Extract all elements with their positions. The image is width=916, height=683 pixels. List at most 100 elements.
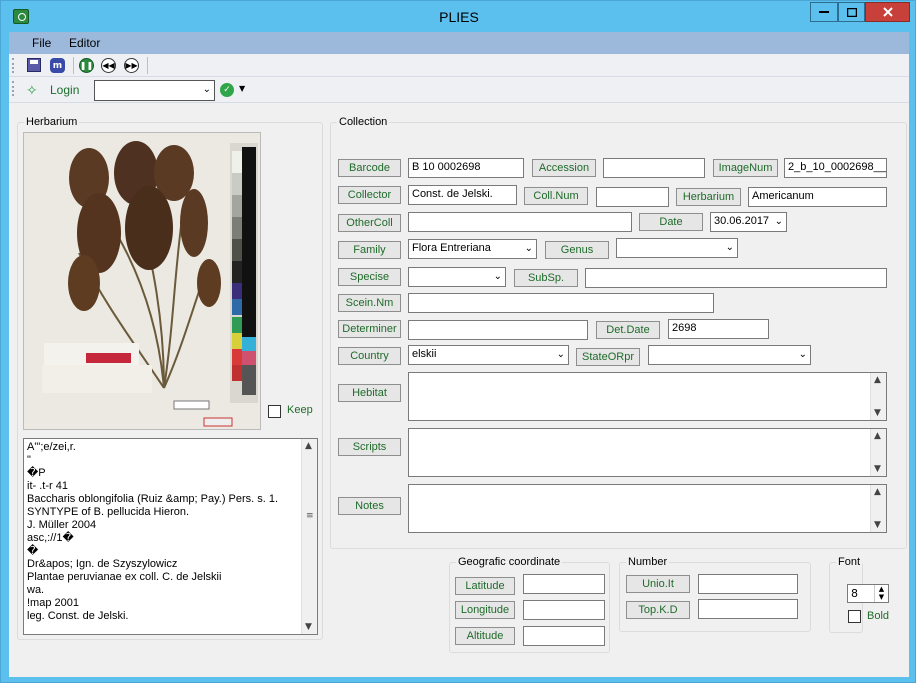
specise-button[interactable]: Specise: [338, 268, 401, 286]
altitude-button[interactable]: Altitude: [455, 627, 515, 645]
close-button[interactable]: [865, 2, 910, 22]
collnum-button[interactable]: Coll.Num: [524, 187, 588, 205]
hebitat-scrollbar[interactable]: ▲ ▼: [870, 373, 886, 420]
date-button[interactable]: Date: [639, 213, 703, 231]
hebitat-field[interactable]: ▲ ▼: [408, 372, 887, 421]
herbarium-legend: Herbarium: [26, 116, 78, 128]
subsp-button[interactable]: SubSp.: [514, 269, 578, 287]
maximize-icon: [846, 7, 857, 17]
pause-icon[interactable]: ❚❚: [79, 58, 94, 73]
fast-forward-icon[interactable]: ▶▶: [124, 58, 139, 73]
database-icon[interactable]: m: [50, 58, 65, 73]
scroll-up-icon[interactable]: ▲: [305, 441, 312, 451]
detdate-field[interactable]: 2698: [668, 319, 769, 339]
accession-field[interactable]: [603, 158, 705, 178]
toolbar-grip[interactable]: [12, 81, 15, 96]
notes-scrollbar[interactable]: ▲ ▼: [870, 485, 886, 532]
accession-button[interactable]: Accession: [532, 159, 596, 177]
scroll-thumb-icon[interactable]: ≡: [306, 511, 314, 521]
stepper-up-icon[interactable]: ▲: [875, 585, 888, 593]
imagenum-field[interactable]: 2_b_10_0002698__: [784, 158, 887, 178]
collnum-field[interactable]: [596, 187, 669, 207]
scroll-up-icon[interactable]: ▲: [874, 487, 881, 497]
stepper-down-icon[interactable]: ▼: [875, 593, 888, 601]
determiner-field[interactable]: [408, 320, 588, 340]
notes-button[interactable]: Notes: [338, 497, 401, 515]
dropdown-arrow-icon[interactable]: ▼: [239, 84, 245, 93]
sceinnm-field[interactable]: [408, 293, 714, 313]
stepper-arrows[interactable]: ▲ ▼: [874, 585, 888, 602]
scripts-button[interactable]: Scripts: [338, 438, 401, 456]
country-value: elskii: [412, 348, 437, 360]
specimen-illustration: [24, 133, 260, 429]
country-button[interactable]: Country: [338, 347, 401, 365]
specise-combo[interactable]: ⌄: [408, 267, 506, 287]
scroll-up-icon[interactable]: ▲: [874, 431, 881, 441]
specimen-image[interactable]: [23, 132, 261, 430]
unioit-button[interactable]: Unio.It: [626, 575, 690, 593]
menu-editor[interactable]: Editor: [69, 36, 100, 50]
ocr-scrollbar[interactable]: ▲ ≡ ▼: [301, 439, 317, 634]
genus-button[interactable]: Genus: [545, 241, 609, 259]
font-legend: Font: [838, 556, 861, 568]
close-icon: [882, 7, 893, 17]
save-icon[interactable]: [27, 58, 41, 72]
rewind-icon[interactable]: ◀◀: [101, 58, 116, 73]
herbarium-button[interactable]: Herbarium: [676, 188, 741, 206]
menu-file[interactable]: File: [32, 36, 51, 50]
chevron-down-icon: ⌄: [798, 349, 807, 360]
longitude-button[interactable]: Longitude: [455, 601, 515, 619]
app-window: PLIES File Editor m ❚❚ ◀◀ ▶▶ ✧ Login ⌄ ✓…: [0, 0, 916, 683]
stateorpr-button[interactable]: StateORpr: [576, 348, 640, 366]
family-button[interactable]: Family: [338, 241, 401, 259]
othercoll-button[interactable]: OtherColl: [338, 214, 401, 232]
topkd-button[interactable]: Top.K.D: [626, 601, 690, 619]
login-combo[interactable]: ⌄: [94, 80, 215, 101]
chevron-down-icon: ⌄: [774, 216, 783, 227]
topkd-field[interactable]: [698, 599, 798, 619]
ocr-text: A"';e/zei,r. " �P it- .t-r 41 Baccharis …: [27, 441, 279, 622]
scroll-down-icon[interactable]: ▼: [874, 520, 881, 530]
stateorpr-combo[interactable]: ⌄: [648, 345, 811, 365]
latitude-button[interactable]: Latitude: [455, 577, 515, 595]
barcode-field[interactable]: B 10 0002698: [408, 158, 524, 178]
minimize-button[interactable]: [810, 2, 838, 22]
barcode-button[interactable]: Barcode: [338, 159, 401, 177]
login-icon[interactable]: ✧: [26, 84, 40, 98]
altitude-field[interactable]: [523, 626, 605, 646]
longitude-field[interactable]: [523, 600, 605, 620]
genus-combo[interactable]: ⌄: [616, 238, 738, 258]
hebitat-button[interactable]: Hebitat: [338, 384, 401, 402]
latitude-field[interactable]: [523, 574, 605, 594]
sceinnm-button[interactable]: Scein.Nm: [338, 294, 401, 312]
subsp-field[interactable]: [585, 268, 887, 288]
collector-field[interactable]: Const. de Jelski.: [408, 185, 517, 205]
checkmark-icon[interactable]: ✓: [220, 83, 234, 97]
imagenum-button[interactable]: ImageNum: [713, 159, 778, 177]
detdate-button[interactable]: Det.Date: [596, 321, 660, 339]
unioit-field[interactable]: [698, 574, 798, 594]
family-combo[interactable]: Flora Entreriana ⌄: [408, 239, 537, 259]
ocr-text-area[interactable]: A"';e/zei,r. " �P it- .t-r 41 Baccharis …: [23, 438, 318, 635]
scroll-down-icon[interactable]: ▼: [305, 622, 312, 632]
scroll-up-icon[interactable]: ▲: [874, 375, 881, 385]
number-group: Number: [619, 556, 811, 632]
country-combo[interactable]: elskii ⌄: [408, 345, 569, 365]
font-size-stepper[interactable]: 8 ▲ ▼: [847, 584, 889, 603]
scripts-field[interactable]: ▲ ▼: [408, 428, 887, 477]
maximize-button[interactable]: [838, 2, 865, 22]
login-button[interactable]: Login: [50, 83, 79, 97]
scripts-scrollbar[interactable]: ▲ ▼: [870, 429, 886, 476]
toolbar-grip[interactable]: [12, 58, 15, 73]
collector-button[interactable]: Collector: [338, 186, 401, 204]
scroll-down-icon[interactable]: ▼: [874, 464, 881, 474]
date-picker[interactable]: 30.06.2017 ⌄: [710, 212, 787, 232]
client-area: File Editor m ❚❚ ◀◀ ▶▶ ✧ Login ⌄ ✓ ▼ Her…: [9, 32, 909, 677]
bold-checkbox[interactable]: [848, 610, 861, 623]
notes-field[interactable]: ▲ ▼: [408, 484, 887, 533]
determiner-button[interactable]: Determiner: [338, 320, 401, 338]
scroll-down-icon[interactable]: ▼: [874, 408, 881, 418]
herbarium-field[interactable]: Americanum: [748, 187, 887, 207]
othercoll-field[interactable]: [408, 212, 632, 232]
keep-checkbox[interactable]: [268, 405, 281, 418]
